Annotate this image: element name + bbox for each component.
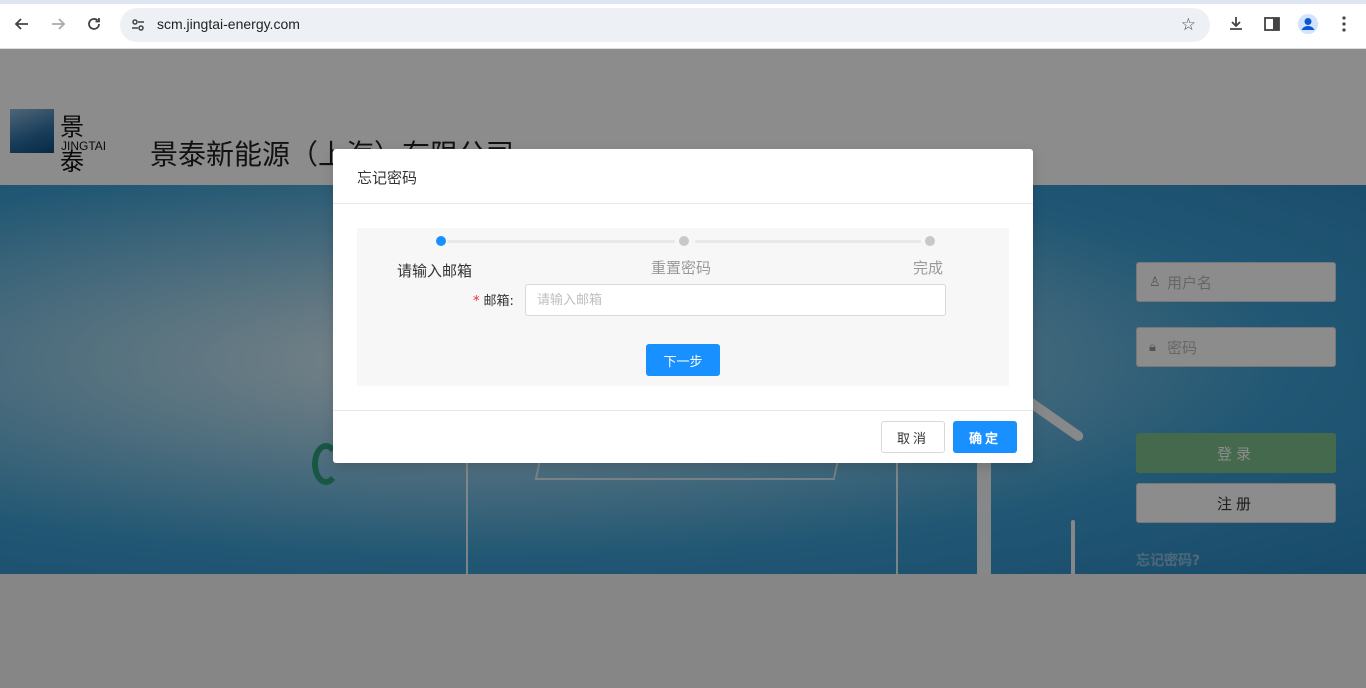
reload-icon[interactable] [82,12,106,36]
email-label-text: 邮箱 [483,294,510,309]
back-arrow-icon[interactable] [10,12,34,36]
site-info-icon[interactable] [130,17,146,33]
step-dot [679,236,689,246]
step-dot-active [436,236,446,246]
label-colon: : [509,294,514,309]
profile-icon[interactable] [1297,13,1319,35]
step-dot [925,236,935,246]
step-label-done: 完成 [913,259,944,277]
address-bar[interactable]: scm.jingtai-energy.com ☆ [120,8,1210,42]
confirm-button[interactable]: 确定 [953,421,1017,453]
dialog-title: 忘记密码 [357,169,418,187]
forgot-password-dialog: 忘记密码 请输入邮箱 重置密码 完成 *邮箱: 下一步 取消 确定 [333,149,1033,463]
dialog-body: 请输入邮箱 重置密码 完成 *邮箱: 下一步 [357,228,1009,386]
more-menu-icon[interactable] [1333,13,1355,35]
download-icon[interactable] [1225,13,1247,35]
forward-arrow-icon[interactable] [46,12,70,36]
email-label: * 邮箱: [473,290,514,309]
step-label-email: 请输入邮箱 [397,262,473,280]
bookmark-star-icon[interactable]: ☆ [1181,15,1196,35]
required-mark: * [473,294,480,309]
email-field[interactable] [525,284,946,316]
side-panel-icon[interactable] [1261,13,1283,35]
url-text[interactable]: scm.jingtai-energy.com [157,16,300,32]
browser-toolbar: scm.jingtai-energy.com ☆ [0,0,1366,49]
step-connector [695,240,921,243]
next-step-button[interactable]: 下一步 [646,344,720,376]
page-content: 景泰 JINGTAI 景泰新能源（上海）有限公司 ♙ 用户名 🔒︎ 密码 登录 … [0,49,1366,688]
step-connector [447,240,675,243]
tab-strip-edge [0,0,1366,4]
dialog-footer-divider [333,410,1033,411]
cancel-button[interactable]: 取消 [881,421,945,453]
dialog-header-divider [333,203,1033,204]
step-label-reset: 重置密码 [651,259,712,277]
